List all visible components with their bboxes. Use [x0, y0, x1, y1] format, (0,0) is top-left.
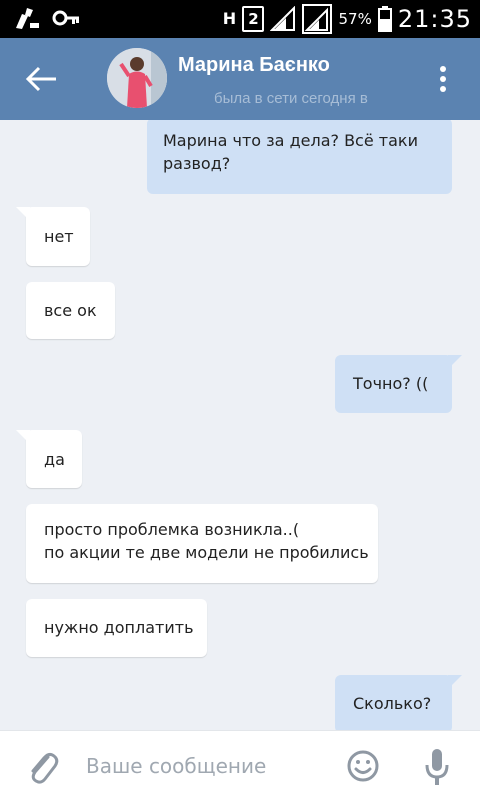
cleaner-icon [16, 8, 39, 29]
signal-icon [270, 6, 296, 31]
avatar[interactable] [107, 48, 167, 108]
bubble-tail [448, 355, 462, 369]
status-left-icons [14, 6, 80, 30]
message-bubble-incoming[interactable]: нужно доплатить [26, 599, 207, 657]
message-input[interactable] [86, 749, 336, 783]
message-text: Точно? (( [353, 374, 429, 393]
message-text: все ок [44, 301, 97, 320]
message-text: да [44, 450, 65, 469]
message-bubble-outgoing[interactable]: Сколько? [335, 675, 462, 730]
message-bubble-incoming[interactable]: просто проблемка возникла..( по акции те… [26, 504, 378, 583]
back-arrow-icon[interactable] [24, 64, 60, 94]
bubble-tail [448, 675, 462, 689]
contact-status: была в сети сегодня в [214, 90, 368, 107]
message-bubble-outgoing[interactable]: Марина что за дела? Всё таки развод? [147, 120, 452, 194]
message-text: нужно доплатить [44, 618, 194, 637]
chat-header: Марина Баєнко была в сети сегодня в [0, 38, 480, 120]
overflow-menu-icon[interactable] [438, 66, 448, 94]
status-bar: H 2 57% 21:35 [0, 0, 480, 38]
battery-icon [377, 6, 392, 32]
message-bubble-incoming[interactable]: все ок [26, 282, 115, 339]
bubble-tail [16, 430, 30, 444]
message-text: нет [44, 227, 74, 246]
sim-indicator: 2 [242, 6, 265, 32]
clock: 21:35 [397, 5, 472, 33]
contact-name[interactable]: Марина Баєнко [178, 54, 330, 77]
bubble-tail [16, 207, 30, 221]
battery-percent: 57% [338, 10, 372, 28]
message-bubble-outgoing[interactable]: Точно? (( [335, 355, 462, 413]
message-composer [0, 730, 480, 801]
message-list[interactable]: Марина что за дела? Всё таки развод? нет… [0, 120, 480, 730]
attach-icon[interactable] [26, 747, 60, 787]
message-bubble-incoming[interactable]: да [16, 430, 82, 488]
message-text: Марина что за дела? Всё таки развод? [163, 131, 418, 173]
key-icon [52, 10, 79, 26]
signal-icon-2 [302, 4, 333, 34]
message-text: просто проблемка возникла..( по акции те… [44, 520, 369, 562]
microphone-icon[interactable] [424, 747, 450, 787]
message-text: Сколько? [353, 694, 432, 713]
avatar-image [107, 48, 167, 108]
status-right-icons: H 2 57% 21:35 [222, 4, 472, 34]
network-type: H [222, 9, 237, 28]
emoji-icon[interactable] [346, 749, 380, 783]
message-bubble-incoming[interactable]: нет [16, 207, 90, 266]
